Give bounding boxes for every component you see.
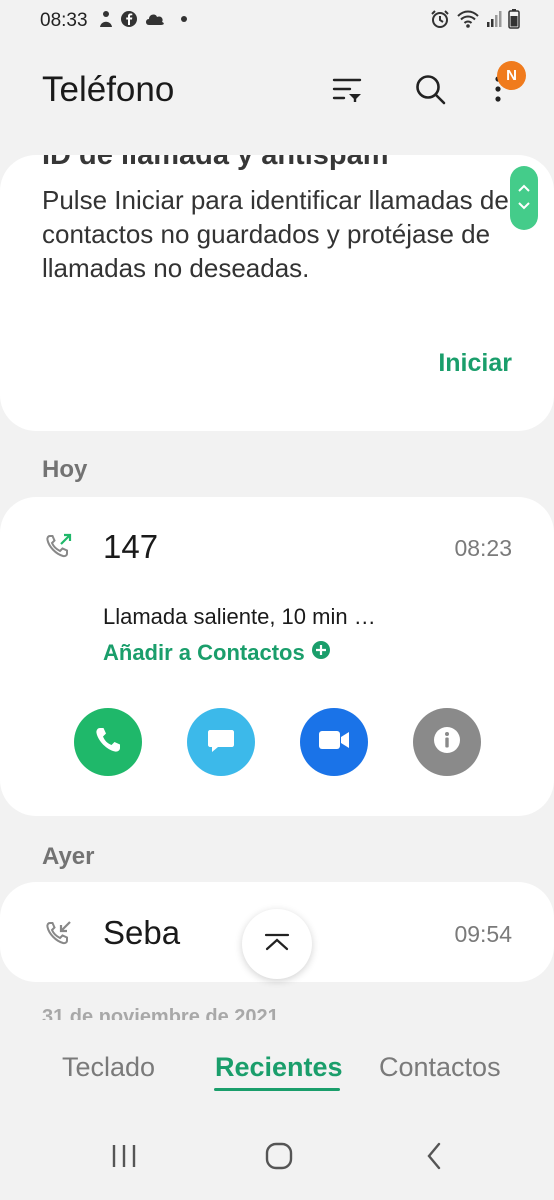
status-time: 08:33 — [40, 10, 88, 31]
section-header-older: 31 de noviembre de 2021 — [42, 1006, 279, 1020]
call-contact-name: Seba — [103, 914, 181, 951]
tab-keypad[interactable]: Teclado — [62, 1052, 155, 1083]
recent-apps-icon — [110, 1143, 138, 1174]
phone-icon — [93, 725, 123, 760]
signal-icon — [486, 10, 502, 33]
battery-icon — [508, 8, 520, 34]
add-to-contacts-label: Añadir a Contactos — [103, 640, 305, 665]
sponsor-notification-icon — [98, 10, 114, 33]
caller-id-title: ID de llamada y antispam — [42, 155, 389, 171]
tab-contacts[interactable]: Contactos — [379, 1052, 501, 1083]
chevron-up-icon — [517, 180, 531, 198]
call-log-item[interactable]: 147 08:23 Llamada saliente, 10 min … Aña… — [0, 497, 554, 816]
caller-id-description: Pulse Iniciar para identificar llamadas … — [42, 185, 509, 283]
section-header-today: Hoy — [42, 456, 88, 483]
back-icon — [425, 1142, 443, 1175]
info-icon — [432, 725, 462, 760]
tab-recents[interactable]: Recientes — [215, 1052, 343, 1083]
call-time: 08:23 — [454, 535, 512, 561]
video-call-button[interactable] — [300, 708, 368, 776]
cloud-icon — [144, 11, 166, 32]
filter-button[interactable] — [323, 67, 371, 115]
alarm-icon — [430, 9, 450, 34]
scroll-handle[interactable] — [510, 166, 538, 230]
search-icon — [414, 73, 446, 110]
message-button[interactable] — [187, 708, 255, 776]
chevron-down-icon — [517, 198, 531, 216]
add-to-contacts-link[interactable]: Añadir a Contactos — [103, 640, 331, 666]
scroll-to-top-button[interactable] — [242, 909, 312, 979]
start-button[interactable]: Iniciar — [438, 349, 512, 378]
active-tab-indicator — [214, 1088, 340, 1091]
call-contact-name: 147 — [103, 528, 159, 565]
call-description: Llamada saliente, 10 min … — [103, 604, 376, 629]
caller-id-card: ID de llamada y antispam Pulse Iniciar p… — [0, 155, 554, 431]
video-camera-icon — [317, 727, 351, 758]
chevron-up-bar-icon — [263, 932, 291, 957]
call-button[interactable] — [74, 708, 142, 776]
wifi-icon — [456, 9, 480, 34]
page-title: Teléfono — [42, 70, 175, 109]
status-bar: 08:33 — [0, 0, 554, 42]
home-icon — [264, 1141, 294, 1176]
call-time: 09:54 — [454, 921, 512, 947]
search-button[interactable] — [406, 67, 454, 115]
status-right-icons — [430, 8, 520, 34]
info-button[interactable] — [413, 708, 481, 776]
facebook-icon — [120, 10, 138, 33]
dot-icon — [172, 10, 192, 33]
add-circle-icon — [311, 640, 331, 666]
status-left-icons — [98, 10, 192, 32]
home-button[interactable] — [249, 1133, 309, 1183]
back-button[interactable] — [404, 1133, 464, 1183]
section-header-yesterday: Ayer — [42, 843, 95, 870]
notification-badge: N — [497, 61, 526, 90]
message-icon — [206, 725, 236, 760]
filter-icon — [332, 75, 362, 108]
incoming-call-icon — [44, 918, 74, 953]
outgoing-call-icon — [44, 531, 74, 566]
recent-apps-button[interactable] — [94, 1133, 154, 1183]
